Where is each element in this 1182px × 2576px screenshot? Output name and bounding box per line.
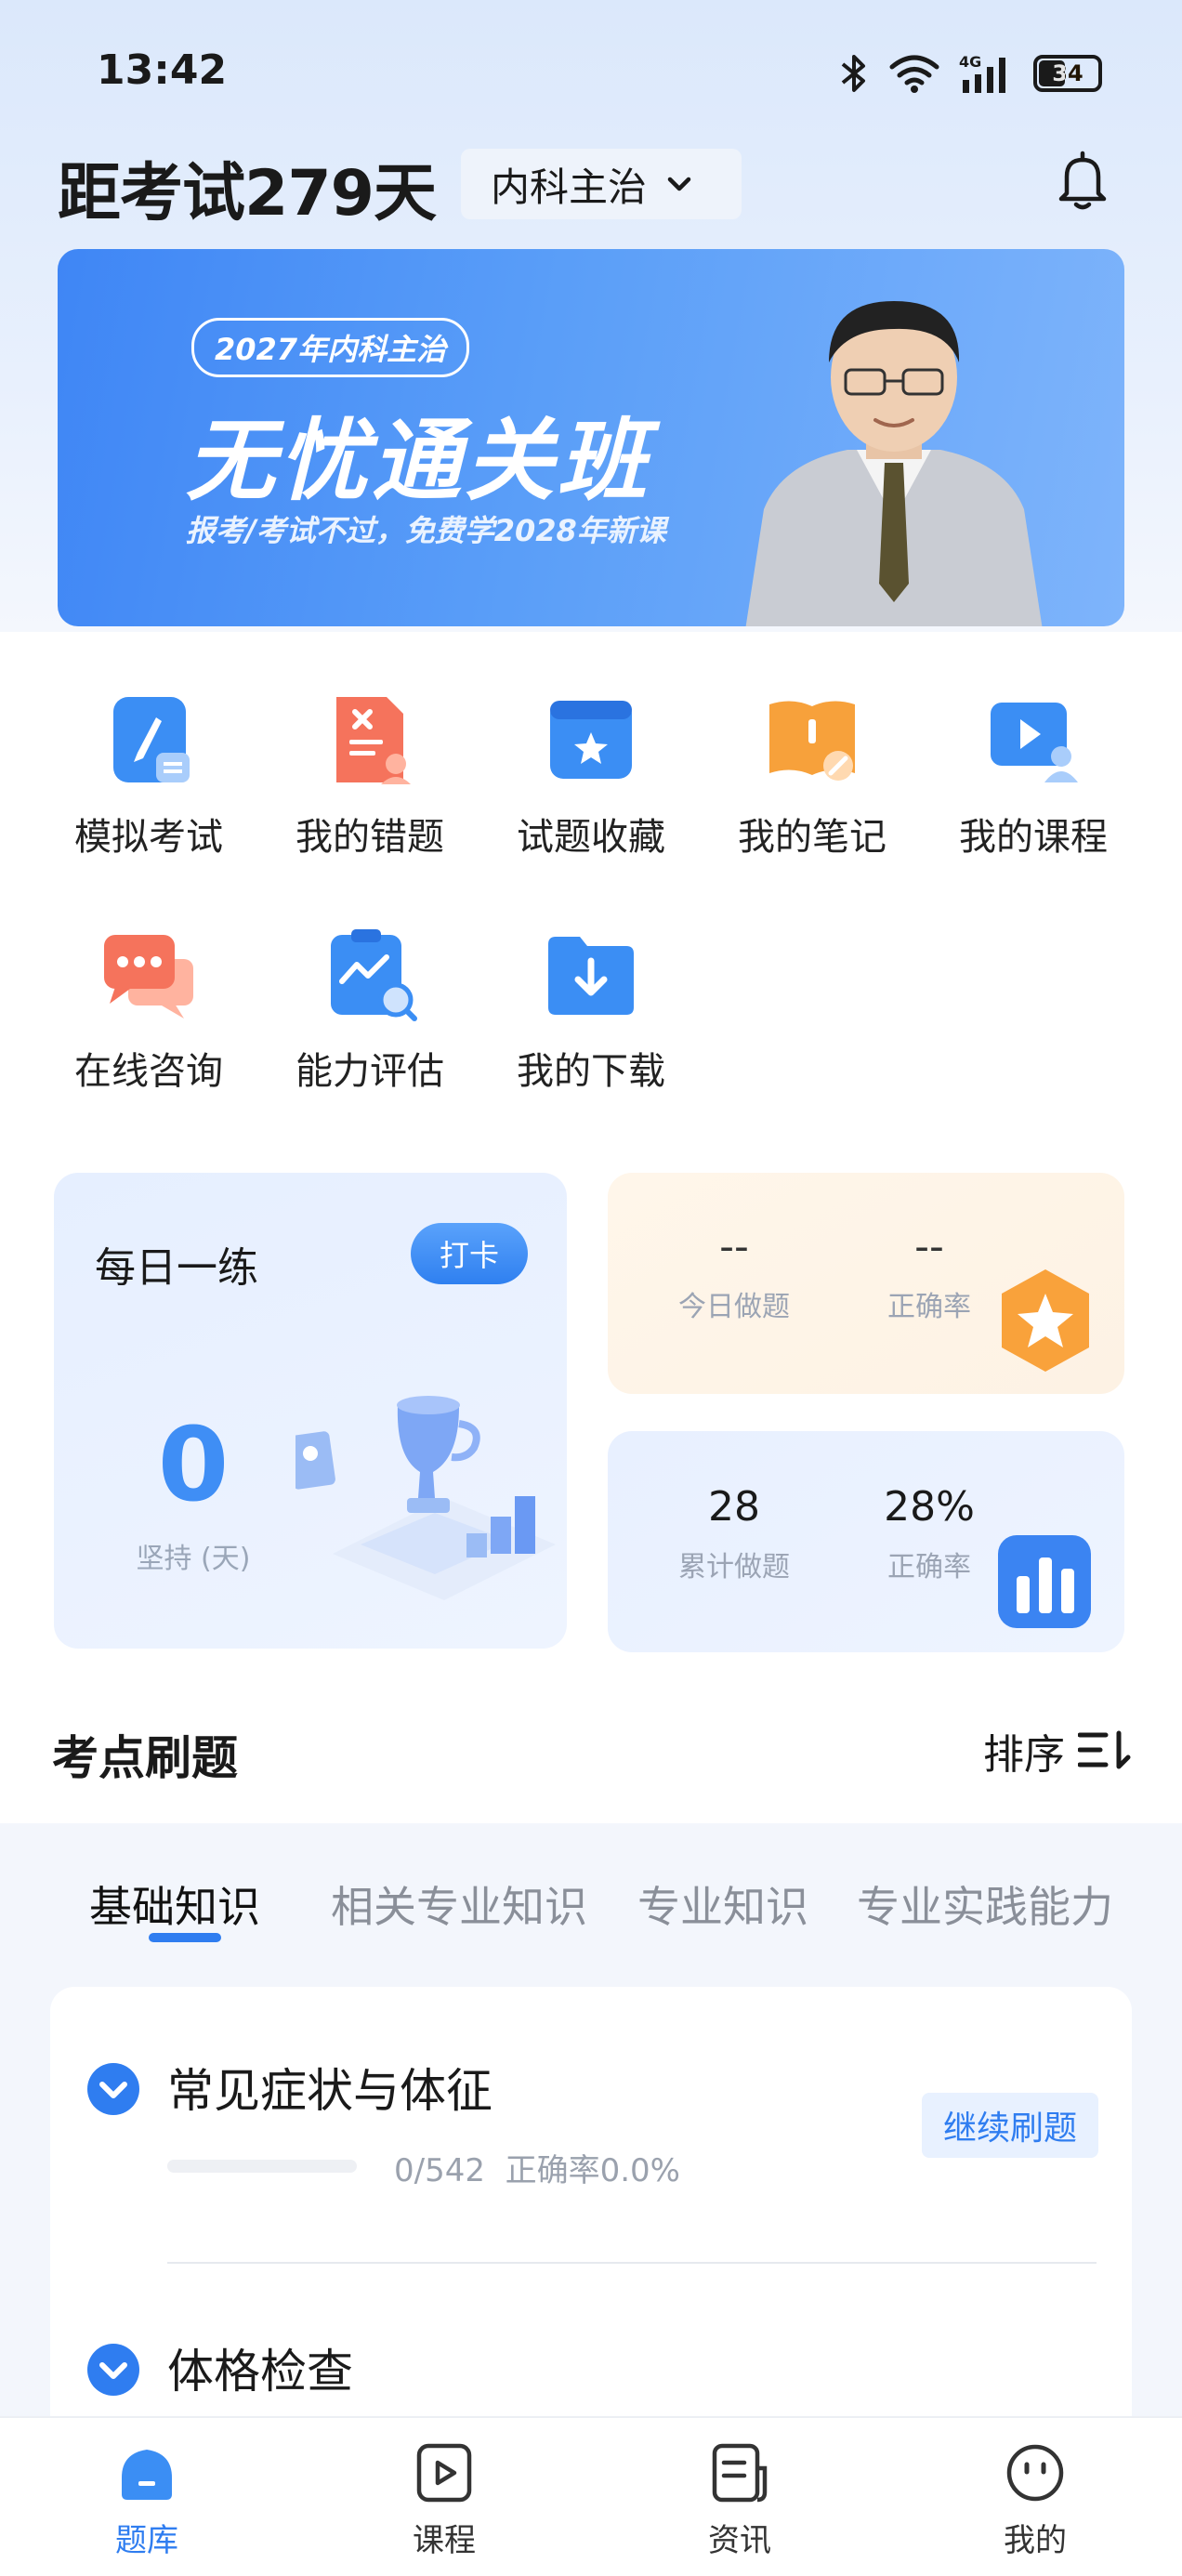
func-mock-exam[interactable]: 模拟考试 <box>46 691 251 861</box>
func-label: 试题收藏 <box>517 816 665 859</box>
nav-label: 我的 <box>1004 2522 1067 2559</box>
func-courses[interactable]: 我的课程 <box>931 691 1136 861</box>
tab-professional-knowledge[interactable]: 专业知识 <box>637 1873 808 1935</box>
exam-countdown: 距考试279天 <box>58 157 437 230</box>
trophy-illustration <box>296 1396 556 1600</box>
nav-label: 资讯 <box>708 2522 771 2559</box>
total-stats-card[interactable]: 28 累计做题 28% 正确率 <box>608 1431 1124 1652</box>
sort-icon <box>1078 1730 1131 1769</box>
network-type-label: 4G <box>959 53 981 71</box>
favorites-icon <box>550 701 632 779</box>
func-assessment[interactable]: 能力评估 <box>268 926 472 1095</box>
func-label: 能力评估 <box>296 1050 444 1093</box>
daily-practice-card[interactable]: 每日一练 打卡 0 坚持 (天) <box>54 1173 567 1649</box>
sort-label: 排序 <box>983 1731 1065 1779</box>
func-label: 我的下载 <box>517 1050 665 1093</box>
func-wrong-questions[interactable]: 我的错题 <box>268 691 472 861</box>
bottom-nav: 题库 课程 资讯 我的 <box>0 2416 1182 2576</box>
nav-question-bank[interactable]: 题库 <box>72 2440 221 2560</box>
subject-label: 内科主治 <box>491 164 648 210</box>
status-icons: 4G 34 <box>838 52 1102 95</box>
question-bank-icon <box>122 2450 172 2500</box>
func-label: 我的课程 <box>959 816 1108 859</box>
wrong-questions-icon <box>336 697 411 784</box>
bell-icon[interactable] <box>1054 149 1111 212</box>
func-label: 在线咨询 <box>74 1050 223 1093</box>
download-icon <box>548 937 634 1015</box>
banner-title: 无忧通关班 <box>186 409 650 513</box>
nav-news[interactable]: 资讯 <box>665 2440 814 2560</box>
active-tab-indicator <box>149 1933 221 1942</box>
consult-icon <box>104 935 193 1019</box>
notes-icon <box>769 701 855 781</box>
divider <box>167 2262 1097 2264</box>
course-play-icon <box>416 2443 472 2503</box>
mock-exam-icon <box>113 697 190 782</box>
func-label: 模拟考试 <box>74 816 223 859</box>
signal-icon: 4G <box>959 53 1005 93</box>
wifi-icon <box>889 55 939 93</box>
courses-icon <box>991 703 1078 782</box>
tab-basic-knowledge[interactable]: 基础知识 <box>89 1873 260 1935</box>
section-title: 考点刷题 <box>52 1731 238 1785</box>
today-done-value: -- <box>719 1223 749 1270</box>
progress-text: 0/542 正确率0.0% <box>394 2145 680 2190</box>
total-done-value: 28 <box>708 1483 760 1531</box>
sort-button[interactable]: 排序 <box>983 1721 1132 1781</box>
chevron-down-icon <box>667 177 691 191</box>
topic-title: 常见症状与体征 <box>167 2064 492 2118</box>
func-download[interactable]: 我的下载 <box>489 926 693 1095</box>
accuracy-text: 正确率0.0% <box>505 2152 680 2189</box>
today-stats-card[interactable]: -- 今日做题 -- 正确率 <box>608 1173 1124 1394</box>
bar-chart-badge-icon <box>998 1535 1091 1628</box>
topic-title: 体格检查 <box>167 2345 353 2399</box>
nav-label: 课程 <box>413 2522 476 2559</box>
today-done-label: 今日做题 <box>678 1291 790 1323</box>
banner-tag: 2027年内科主治 <box>191 318 470 377</box>
checkin-button[interactable]: 打卡 <box>411 1223 528 1284</box>
func-notes[interactable]: 我的笔记 <box>710 691 914 861</box>
nav-label: 题库 <box>115 2522 178 2559</box>
func-consult[interactable]: 在线咨询 <box>46 926 251 1095</box>
bluetooth-icon <box>841 55 865 92</box>
expand-chevron-icon[interactable] <box>85 2342 141 2398</box>
tab-related-knowledge[interactable]: 相关专业知识 <box>331 1873 587 1935</box>
streak-days-label: 坚持 (天) <box>136 1543 251 1575</box>
nav-profile[interactable]: 我的 <box>961 2440 1110 2560</box>
daily-title: 每日一练 <box>95 1244 258 1292</box>
promo-banner[interactable]: 2027年内科主治 无忧通关班 报考/考试不过，免费学2028年新课 <box>58 249 1124 626</box>
total-done-stat: 28 累计做题 <box>650 1483 818 1584</box>
subject-selector[interactable]: 内科主治 <box>461 149 742 219</box>
func-label: 我的笔记 <box>738 816 886 859</box>
expand-chevron-icon[interactable] <box>85 2061 141 2117</box>
star-badge-icon <box>1002 1269 1089 1372</box>
tab-practice-ability[interactable]: 专业实践能力 <box>857 1873 1113 1935</box>
func-favorites[interactable]: 试题收藏 <box>489 691 693 861</box>
battery-level: 34 <box>1052 60 1084 86</box>
banner-subtitle: 报考/考试不过，免费学2028年新课 <box>186 513 666 548</box>
battery-icon: 34 <box>1033 55 1102 92</box>
assessment-icon <box>331 929 417 1021</box>
total-done-label: 累计做题 <box>678 1551 790 1584</box>
news-icon <box>712 2443 768 2503</box>
profile-icon <box>1006 2444 1064 2502</box>
progress-count: 0/542 <box>394 2152 485 2189</box>
func-label: 我的错题 <box>296 816 444 859</box>
teacher-photo <box>745 301 1043 626</box>
streak-days-value: 0 <box>157 1405 230 1524</box>
progress-bar <box>167 2160 357 2173</box>
status-time: 13:42 <box>97 46 228 94</box>
nav-courses[interactable]: 课程 <box>370 2440 519 2560</box>
today-done-stat: -- 今日做题 <box>650 1223 818 1324</box>
continue-practice-button[interactable]: 继续刷题 <box>922 2093 1098 2158</box>
